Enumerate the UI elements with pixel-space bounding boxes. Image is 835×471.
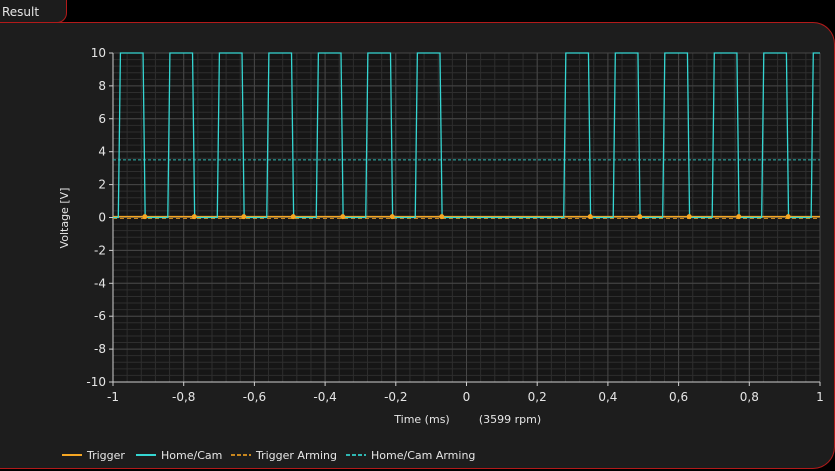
y-tick-label: -10 (86, 375, 106, 389)
y-tick-label: -2 (94, 243, 106, 257)
trigger-point (191, 214, 197, 220)
x-tick-label: 0,8 (740, 390, 759, 404)
y-tick-label: -4 (94, 276, 106, 290)
x-tick-label: -0,6 (243, 390, 266, 404)
y-tick-label: 2 (98, 178, 106, 192)
y-axis-title: Voltage [V] (58, 188, 71, 249)
x-tick-label: -1 (107, 390, 119, 404)
legend-home-cam-arming-label: Home/Cam Arming (371, 449, 475, 462)
x-tick-label: 0 (463, 390, 471, 404)
trigger-point (439, 214, 445, 220)
x-tick-label: 0,4 (598, 390, 617, 404)
x-tick-label: 0,6 (669, 390, 688, 404)
y-tick-label: 4 (98, 145, 106, 159)
y-tick-label: 0 (98, 211, 106, 225)
y-tick-label: 8 (98, 79, 106, 93)
y-tick-label: -6 (94, 309, 106, 323)
trigger-point (637, 214, 643, 220)
chart-panel: 10 8 6 4 2 0 -2 -4 -6 -8 -10 -1 -0,8 -0,6 -0,4 -0,2 0 0,2… (0, 22, 835, 469)
trigger-point (785, 214, 791, 220)
legend-home-cam-label: Home/Cam (161, 449, 222, 462)
x-tick-label: -0,8 (172, 390, 195, 404)
trigger-point (736, 214, 742, 220)
tab-result-label: Result (2, 5, 40, 19)
y-tick-label: -8 (94, 342, 106, 356)
tab-result[interactable]: Result (0, 0, 67, 23)
y-tick-label: 10 (91, 46, 106, 60)
trigger-point (290, 214, 296, 220)
result-window: Result 10 8 6 4 2 0 -2 -4 -6 -8 -10 -1 -0,8 -0,6 -0,4-… (0, 0, 835, 471)
x-tick-label: -0,2 (384, 390, 407, 404)
legend-trigger-label: Trigger (86, 449, 125, 462)
voltage-chart: 10 8 6 4 2 0 -2 -4 -6 -8 -10-1 -0,8 -0,6 -0,4 -0,2 0 0,2… (58, 46, 824, 462)
legend-trigger-arming-label: Trigger Arming (255, 449, 337, 462)
trigger-point (340, 214, 346, 220)
x-tick-label: 0,2 (528, 390, 547, 404)
x-tick-label: 1 (816, 390, 824, 404)
trigger-point (142, 214, 148, 220)
trigger-point (587, 214, 593, 220)
x-tick-label: -0,4 (313, 390, 336, 404)
trigger-point (686, 214, 692, 220)
trigger-point (389, 214, 395, 220)
y-tick-label: 6 (98, 112, 106, 126)
trigger-point (241, 214, 247, 220)
x-axis-rpm-note: (3599 rpm) (479, 413, 541, 426)
x-axis-title: Time (ms) (393, 413, 449, 426)
